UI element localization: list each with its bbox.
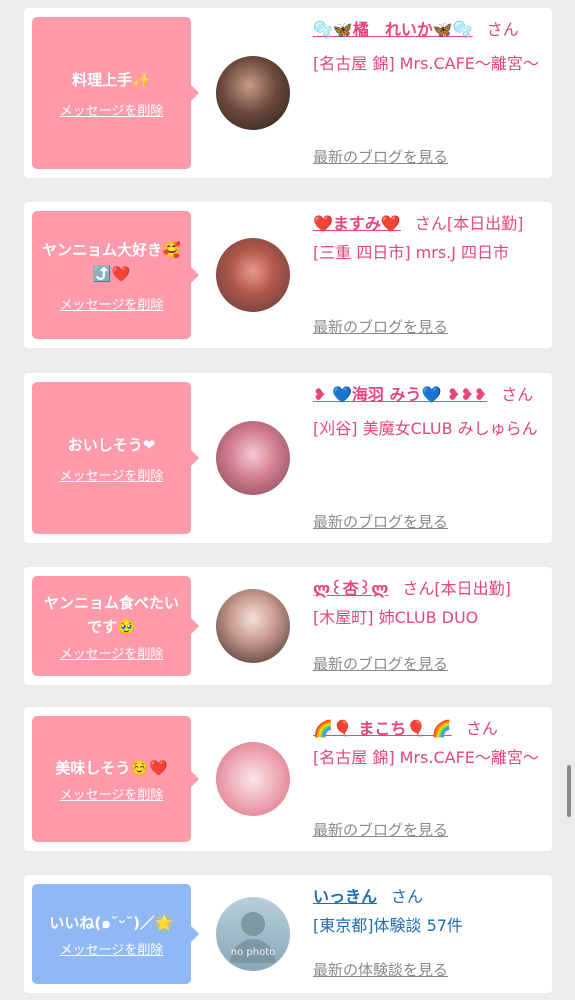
shop-link[interactable]: [木屋町] 姉CLUB DUO (313, 604, 543, 631)
profile-name-link[interactable]: 🫧🦋橘 れいか🦋🫧 (313, 20, 473, 39)
message-bubble: 料理上手✨ メッセージを削除 (32, 17, 199, 169)
honorific: さん (486, 20, 519, 39)
delete-message-link[interactable]: メッセージを削除 (60, 939, 164, 958)
latest-blog-link[interactable]: 最新のブログを見る (313, 511, 448, 532)
delete-message-link[interactable]: メッセージを削除 (60, 465, 164, 484)
honorific: さん (501, 385, 534, 404)
avatar[interactable] (216, 421, 290, 495)
message-bubble: おいしそう❤ メッセージを削除 (32, 382, 199, 534)
scrollbar[interactable] (567, 765, 571, 817)
avatar[interactable]: no photo (216, 897, 290, 971)
message-bubble: 美味しそう☺️❤️ メッセージを削除 (32, 716, 199, 842)
profile-name-link[interactable]: 🌈🎈 まこち🎈 🌈 (313, 719, 452, 738)
work-status: [本日出勤] (446, 214, 524, 233)
silhouette-icon (230, 912, 276, 963)
shop-link[interactable]: [三重 四日市] mrs.J 四日市 (313, 239, 543, 266)
message-card: おいしそう❤ メッセージを削除 ❥ 💙海羽 みう💙 ❥❥❥ さん [刈谷] 美魔女… (24, 373, 552, 543)
message-card: ヤンニョム大好き🥰⤴️❤️ メッセージを削除 ❤️ますみ❤️ さん[本日出勤] [… (24, 202, 552, 348)
message-text: ヤンニョム食べたいです🥹 (43, 593, 179, 636)
no-photo-label: no photo (230, 947, 276, 958)
delete-message-link[interactable]: メッセージを削除 (60, 784, 164, 803)
honorific: さん (414, 214, 447, 233)
message-text: いいね(๑˘ᵕ˘)／🌟 (49, 913, 174, 932)
message-card: 美味しそう☺️❤️ メッセージを削除 🌈🎈 まこち🎈 🌈 さん [名古屋 錦] M… (24, 707, 552, 851)
shop-link[interactable]: [刈谷] 美魔女CLUB みしゅらん (313, 415, 543, 442)
shop-link[interactable]: [名古屋 錦] Mrs.CAFE〜離宮〜 (313, 50, 543, 77)
avatar[interactable] (216, 589, 290, 663)
delete-message-link[interactable]: メッセージを削除 (60, 294, 164, 313)
profile-name-link[interactable]: ❤️ますみ❤️ (313, 214, 401, 233)
message-card: ヤンニョム食べたいです🥹 メッセージを削除 ლ꒰杏꒱ლ さん[本日出勤] [木屋町… (24, 567, 552, 685)
message-text: おいしそう❤ (67, 435, 156, 454)
honorific: さん (402, 579, 435, 598)
message-card: 料理上手✨ メッセージを削除 🫧🦋橘 れいか🦋🫧 さん [名古屋 錦] Mrs.C… (24, 8, 552, 178)
message-bubble: いいね(๑˘ᵕ˘)／🌟 メッセージを削除 (32, 884, 199, 984)
message-card: いいね(๑˘ᵕ˘)／🌟 メッセージを削除 no photo いっきん さん [東京… (24, 875, 552, 993)
profile-name-link[interactable]: いっきん (313, 887, 377, 906)
shop-link[interactable]: [東京都]体験談 57件 (313, 912, 543, 939)
message-bubble: ヤンニョム食べたいです🥹 メッセージを削除 (32, 576, 199, 676)
latest-blog-link[interactable]: 最新のブログを見る (313, 146, 448, 167)
latest-blog-link[interactable]: 最新のブログを見る (313, 653, 448, 674)
profile-name-link[interactable]: ❥ 💙海羽 みう💙 ❥❥❥ (313, 385, 487, 404)
work-status: [本日出勤] (434, 579, 511, 598)
delete-message-link[interactable]: メッセージを削除 (60, 643, 164, 662)
latest-blog-link[interactable]: 最新のブログを見る (313, 819, 448, 840)
avatar[interactable] (216, 742, 290, 816)
honorific: さん (391, 887, 424, 906)
latest-review-link[interactable]: 最新の体験談を見る (313, 959, 448, 980)
honorific: さん (465, 719, 498, 738)
profile-name-link[interactable]: ლ꒰杏꒱ლ (313, 579, 388, 598)
avatar[interactable] (216, 56, 290, 130)
message-text: 美味しそう☺️❤️ (55, 758, 168, 777)
avatar[interactable] (216, 238, 290, 312)
message-text: 料理上手✨ (72, 70, 151, 89)
shop-link[interactable]: [名古屋 錦] Mrs.CAFE〜離宮〜 (313, 744, 543, 771)
message-text: ヤンニョム大好き🥰⤴️❤️ (42, 240, 181, 283)
delete-message-link[interactable]: メッセージを削除 (60, 100, 164, 119)
message-bubble: ヤンニョム大好き🥰⤴️❤️ メッセージを削除 (32, 211, 199, 339)
latest-blog-link[interactable]: 最新のブログを見る (313, 316, 448, 337)
